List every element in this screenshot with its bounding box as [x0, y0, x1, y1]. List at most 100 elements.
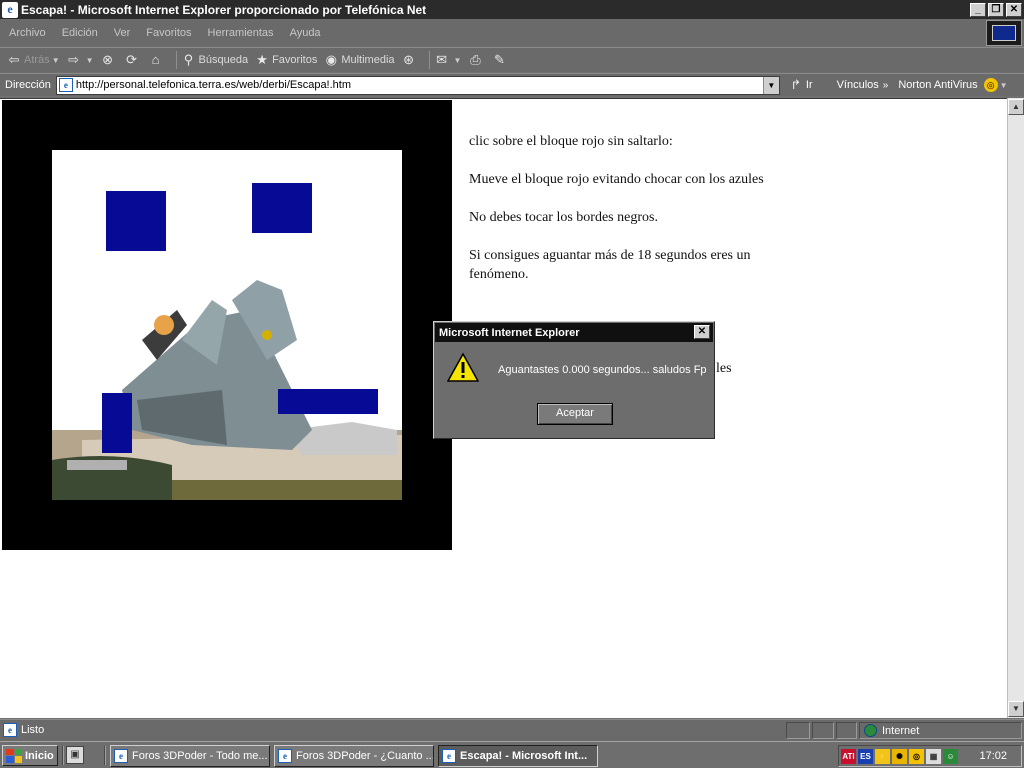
- home-icon: ⌂: [151, 52, 160, 67]
- mail-dropdown-icon[interactable]: ▼: [454, 56, 462, 65]
- quicklaunch-separator: [62, 746, 64, 765]
- telefonica-logo: [986, 20, 1022, 46]
- clock[interactable]: 17:02: [979, 750, 1007, 762]
- ie-task-icon: e: [114, 749, 128, 763]
- go-button[interactable]: ↱ Ir: [788, 77, 813, 93]
- address-bar: Dirección e http://personal.telefonica.t…: [0, 73, 1024, 96]
- task-button[interactable]: e Foros 3DPoder - ¿Cuanto ...: [274, 745, 434, 767]
- status-cell: [812, 722, 834, 739]
- instruction-paragraph: clic sobre el bloque rojo sin saltarlo:: [469, 134, 673, 149]
- quicklaunch-separator: [104, 746, 106, 765]
- status-cell: [786, 722, 810, 739]
- status-cell: [836, 722, 857, 739]
- forward-button[interactable]: ⇨ ▼: [66, 52, 94, 68]
- window-controls: _ ❐ ✕: [970, 2, 1022, 17]
- ati-tray-icon[interactable]: ATI: [841, 748, 856, 764]
- favorites-button[interactable]: ★ Favoritos: [254, 52, 317, 68]
- language-es-icon[interactable]: ES: [858, 748, 873, 764]
- globe-icon: [864, 724, 877, 737]
- search-button[interactable]: ⚲ Búsqueda: [181, 52, 248, 68]
- vertical-scrollbar[interactable]: ▲ ▼: [1007, 98, 1024, 718]
- page-status-icon: e: [3, 723, 17, 737]
- show-desktop-icon[interactable]: ▣: [66, 746, 84, 764]
- forward-dropdown-icon[interactable]: ▼: [86, 56, 94, 65]
- mail-button[interactable]: ✉ ▼: [434, 52, 462, 68]
- page-icon: e: [58, 78, 73, 92]
- app-tray-icon[interactable]: ▦: [926, 748, 941, 764]
- antivirus-tray-icon[interactable]: ◎: [909, 748, 924, 764]
- dialog-close-button[interactable]: ✕: [694, 325, 710, 339]
- back-dropdown-icon[interactable]: ▼: [52, 56, 60, 65]
- ie-task-icon: e: [442, 749, 456, 763]
- taskbar: Inicio ▣ e Foros 3DPoder - Todo me... e …: [0, 741, 1024, 768]
- task-label: Foros 3DPoder - ¿Cuanto ...: [296, 750, 434, 762]
- refresh-icon: ⟳: [126, 52, 137, 67]
- close-button[interactable]: ✕: [1006, 2, 1022, 17]
- links-button[interactable]: Vínculos: [837, 79, 879, 91]
- system-tray: ATI ES ⚡ ✺ ◎ ▦ ☺ 17:02: [838, 745, 1022, 767]
- task-button[interactable]: e Foros 3DPoder - Todo me...: [110, 745, 270, 767]
- history-icon: ⊛: [403, 52, 414, 67]
- address-label: Dirección: [5, 79, 51, 91]
- toolbar-separator: [428, 51, 430, 69]
- address-dropdown-icon[interactable]: ▼: [762, 76, 779, 94]
- address-url[interactable]: http://personal.telefonica.terra.es/web/…: [76, 79, 763, 91]
- messenger-tray-icon[interactable]: ☺: [943, 748, 958, 764]
- scroll-up-icon[interactable]: ▲: [1008, 99, 1024, 115]
- media-label: Multimedia: [341, 54, 395, 66]
- ie-task-icon: e: [278, 749, 292, 763]
- history-button[interactable]: ⊛: [401, 52, 419, 68]
- dialog-title: Microsoft Internet Explorer: [435, 323, 713, 342]
- back-button[interactable]: ⇦ Atrás ▼: [6, 52, 60, 68]
- network-tray-icon[interactable]: ⚡: [875, 748, 890, 764]
- forward-arrow-icon: ⇨: [68, 52, 80, 67]
- window-title: Escapa! - Microsoft Internet Explorer pr…: [21, 2, 427, 17]
- stop-button[interactable]: ⊗: [100, 52, 118, 68]
- quick-launch: ▣: [66, 746, 84, 764]
- sun-tray-icon[interactable]: ✺: [892, 748, 907, 764]
- start-label: Inicio: [25, 749, 54, 762]
- edit-button[interactable]: ✎: [491, 52, 509, 68]
- minimize-button[interactable]: _: [970, 2, 986, 17]
- instruction-paragraph: Mueve el bloque rojo evitando chocar con…: [469, 172, 764, 187]
- go-label: Ir: [805, 79, 813, 91]
- windows-logo-icon: [6, 748, 22, 763]
- menu-archivo[interactable]: Archivo: [0, 27, 54, 39]
- print-button[interactable]: ⎙: [467, 52, 485, 68]
- menu-favoritos[interactable]: Favoritos: [138, 27, 199, 39]
- back-label: Atrás: [24, 54, 50, 66]
- start-button[interactable]: Inicio: [2, 745, 58, 766]
- status-bar: e Listo Internet: [0, 719, 1024, 741]
- task-label: Escapa! - Microsoft Int...: [460, 750, 588, 762]
- home-button[interactable]: ⌂: [148, 52, 166, 68]
- blue-block: [106, 191, 166, 251]
- edit-icon: ✎: [493, 52, 505, 67]
- status-text: Listo: [21, 724, 45, 736]
- print-icon: ⎙: [470, 52, 481, 67]
- blue-block: [252, 183, 312, 233]
- menu-ayuda[interactable]: Ayuda: [282, 27, 329, 39]
- ok-button[interactable]: Aceptar: [537, 403, 613, 425]
- scroll-down-icon[interactable]: ▼: [1008, 701, 1024, 717]
- instruction-paragraph: Si consigues aguantar más de 18 segundos…: [469, 248, 751, 282]
- game-field[interactable]: [52, 150, 402, 500]
- links-chevron-icon[interactable]: »: [883, 80, 889, 91]
- media-button[interactable]: ◉ Multimedia: [323, 52, 395, 68]
- menu-ver[interactable]: Ver: [106, 27, 139, 39]
- zone-label: Internet: [882, 724, 920, 737]
- menu-edicion[interactable]: Edición: [54, 27, 106, 39]
- address-input[interactable]: e http://personal.telefonica.terra.es/we…: [55, 75, 780, 95]
- norton-button[interactable]: Norton AntiVirus ◎ ▼: [898, 78, 1008, 92]
- standard-toolbar: ⇦ Atrás ▼ ⇨ ▼ ⊗ ⟳ ⌂ ⚲ Búsqueda ★ Favorit…: [0, 47, 1024, 72]
- favorites-star-icon: ★: [256, 52, 268, 67]
- ie-icon: e: [2, 1, 18, 18]
- task-button-active[interactable]: e Escapa! - Microsoft Int...: [438, 745, 598, 767]
- instructions-text: clic sobre el bloque rojo sin saltarlo: …: [469, 132, 769, 303]
- restore-button[interactable]: ❐: [988, 2, 1004, 17]
- norton-dropdown-icon[interactable]: ▼: [1000, 81, 1008, 90]
- refresh-button[interactable]: ⟳: [124, 52, 142, 68]
- menu-herramientas[interactable]: Herramientas: [200, 27, 282, 39]
- mail-icon: ✉: [436, 52, 447, 67]
- back-arrow-icon: ⇦: [8, 52, 20, 67]
- blue-block: [102, 393, 132, 453]
